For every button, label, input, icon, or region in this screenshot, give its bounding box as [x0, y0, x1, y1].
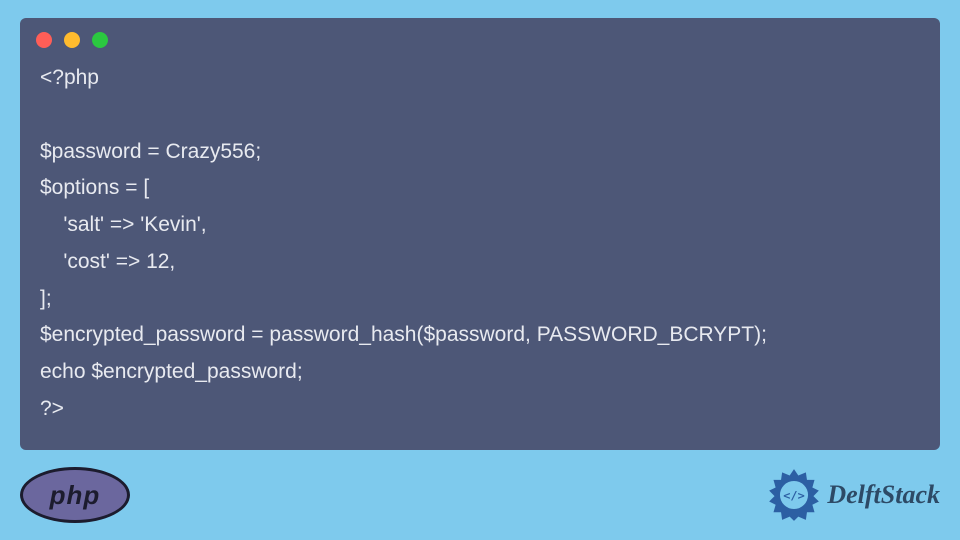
footer: php </> DelftStack	[20, 464, 940, 526]
code-line: ?>	[40, 397, 64, 420]
php-logo: php	[20, 467, 130, 523]
brand: </> DelftStack	[767, 468, 940, 522]
minimize-icon[interactable]	[64, 32, 80, 48]
code-line: 'cost' => 12,	[40, 250, 175, 273]
code-window: <?php $password = Crazy556; $options = […	[20, 18, 940, 450]
brand-text: DelftStack	[827, 480, 940, 510]
code-line: 'salt' => 'Kevin',	[40, 213, 207, 236]
code-line: ];	[40, 287, 52, 310]
maximize-icon[interactable]	[92, 32, 108, 48]
window-controls	[20, 18, 940, 52]
code-line: $options = [	[40, 176, 149, 199]
code-line: $password = Crazy556;	[40, 140, 261, 163]
close-icon[interactable]	[36, 32, 52, 48]
code-line: $encrypted_password = password_hash($pas…	[40, 323, 767, 346]
code-line: <?php	[40, 66, 99, 89]
code-content: <?php $password = Crazy556; $options = […	[20, 52, 940, 450]
php-logo-text: php	[50, 480, 101, 511]
code-line: echo $encrypted_password;	[40, 360, 303, 383]
svg-text:</>: </>	[784, 488, 805, 502]
brand-gear-icon: </>	[767, 468, 821, 522]
